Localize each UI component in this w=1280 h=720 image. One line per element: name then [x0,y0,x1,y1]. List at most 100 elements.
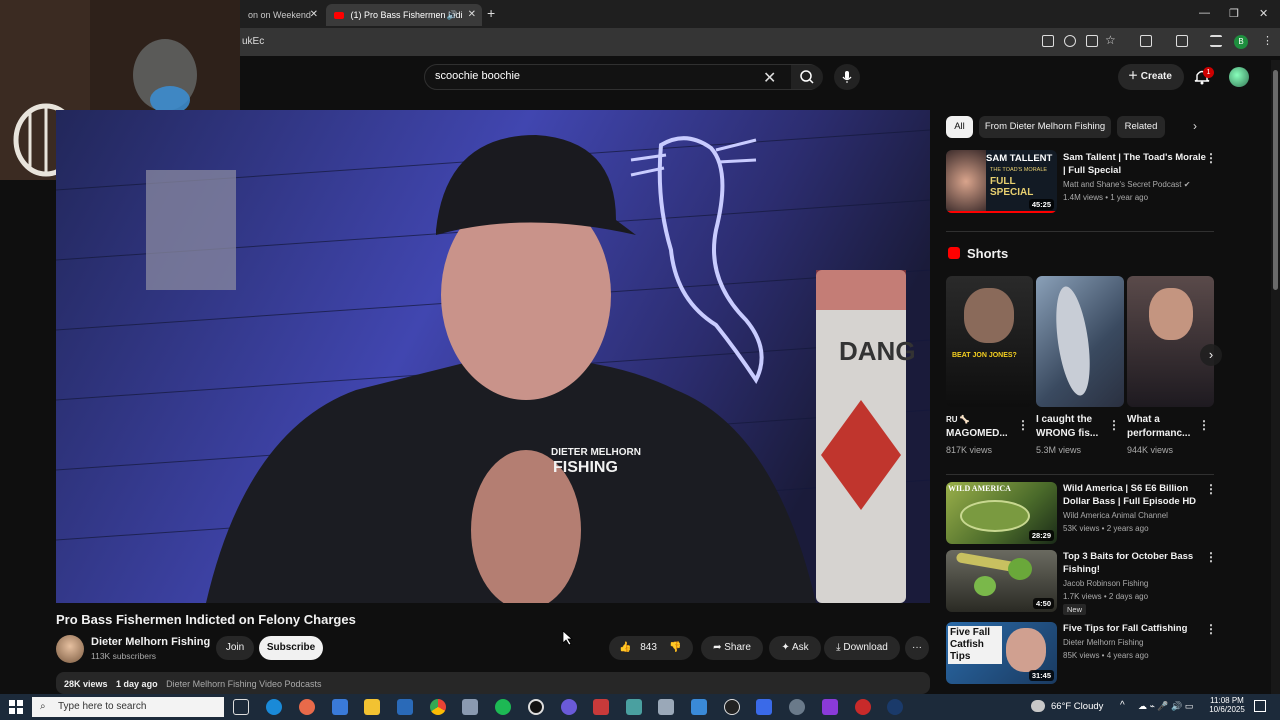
app-icon[interactable] [855,699,871,715]
search-button[interactable] [791,65,823,89]
app-icon[interactable] [691,699,707,715]
restore-icon[interactable]: ❐ [1229,7,1239,20]
app-icon[interactable] [822,699,838,715]
browser-tab-active[interactable]: (1) Pro Bass Fishermen Indi 🔊 ✕ [326,4,482,26]
edge-browser-icon[interactable] [266,699,282,715]
eye-off-icon[interactable] [1064,35,1076,47]
browser-tab-inactive[interactable]: on on Weekend ✕ [240,4,324,26]
chip-all[interactable]: All [946,116,973,138]
video-thumbnail[interactable]: WILD AMERICA 28:29 [946,482,1057,544]
rec-channel[interactable]: Wild America Animal Channel [1063,511,1168,520]
media-control-icon[interactable] [1210,35,1222,47]
rec-title[interactable]: Five Tips for Fall Catfishing [1063,622,1187,635]
close-window-icon[interactable]: ✕ [1259,7,1268,20]
rec-channel[interactable]: Jacob Robinson Fishing [1063,579,1148,588]
settings-gear-icon[interactable] [789,699,805,715]
scrollbar-thumb[interactable] [1273,70,1278,290]
rec-title[interactable]: Top 3 Baits for October Bass Fishing! [1063,550,1193,576]
join-button[interactable]: Join [216,636,254,660]
more-options-icon[interactable]: ⋮ [1205,151,1217,165]
share-button[interactable]: ➦ Share [701,636,763,660]
more-options-icon[interactable]: ⋮ [1198,418,1210,432]
chip-from-channel[interactable]: From Dieter Melhorn Fishing [979,116,1111,138]
close-tab-icon[interactable]: ✕ [310,4,318,26]
app-icon[interactable] [626,699,642,715]
file-explorer-icon[interactable] [364,699,380,715]
shorts-next-button[interactable]: › [1200,344,1222,366]
chip-related[interactable]: Related [1117,116,1165,138]
short-title[interactable]: What a performanc... [1127,413,1190,441]
channel-avatar[interactable] [56,635,84,663]
copilot-icon[interactable] [299,699,315,715]
rec-channel[interactable]: Matt and Shane's Secret Podcast ✔ [1063,180,1190,189]
spotify-icon[interactable] [495,699,511,715]
bookmark-star-icon[interactable]: ☆ [1105,33,1116,47]
windows-start-icon[interactable] [9,700,23,714]
rec-title[interactable]: Sam Tallent | The Toad's Morale | Full Sp… [1063,151,1206,177]
short-title[interactable]: I caught the WRONG fis... [1036,413,1098,441]
minimize-icon[interactable]: — [1199,7,1210,19]
calculator-icon[interactable] [658,699,674,715]
rec-channel[interactable]: Dieter Melhorn Fishing [1063,638,1143,647]
download-button[interactable]: ⤓ Download [824,636,900,660]
short-thumbnail[interactable]: BEAT JON JONES? [946,276,1033,407]
clock[interactable]: 11:08 PM 10/6/2025 [1207,696,1247,714]
task-view-icon[interactable] [233,699,249,715]
tray-chevron-icon[interactable]: ^ [1120,700,1125,711]
notification-center-icon[interactable] [1254,700,1266,712]
rec-title[interactable]: Wild America | S6 E6 Billion Dollar Bass … [1063,482,1196,508]
more-options-icon[interactable]: ⋮ [1017,418,1029,432]
search-input[interactable]: scoochie boochie [435,70,520,82]
close-tab-icon[interactable]: ✕ [468,4,476,26]
description-box[interactable]: 28K views 1 day ago Dieter Melhorn Fishi… [56,672,930,694]
cast-icon[interactable] [1042,35,1054,47]
extensions-icon[interactable] [1140,35,1152,47]
outlook-icon[interactable] [397,699,413,715]
like-icon[interactable]: 👍 [619,642,631,653]
tray-icons[interactable]: ☁ ⌁ 🎤 🔊 ▭ [1138,701,1193,712]
more-options-icon[interactable]: ⋮ [1205,622,1217,636]
short-thumbnail[interactable] [1127,276,1214,407]
more-actions-button[interactable]: ··· [905,636,929,660]
search-box[interactable]: scoochie boochie ✕ [424,64,823,90]
clear-search-icon[interactable]: ✕ [763,68,776,88]
create-button[interactable]: ＋ Create [1118,64,1184,90]
short-title[interactable]: RU 🦴 MAGOMED... [946,413,1008,441]
discord-icon[interactable] [561,699,577,715]
chrome-icon[interactable] [430,699,446,715]
playlist-link[interactable]: Dieter Melhorn Fishing Video Podcasts [166,679,321,689]
browser-menu-icon[interactable]: ⋮ [1262,34,1273,47]
video-thumbnail[interactable]: Five Fall Catfish Tips 31:45 [946,622,1057,684]
ask-button[interactable]: ✦ Ask [769,636,821,660]
more-options-icon[interactable]: ⋮ [1205,482,1217,496]
channel-name[interactable]: Dieter Melhorn Fishing [91,636,210,648]
speaker-icon[interactable]: 🔊 [447,4,458,26]
video-player[interactable]: DANG DIETER MELHORN FISHING [56,110,930,603]
divider [946,474,1214,475]
snipping-tool-icon[interactable] [462,699,478,715]
voice-search-button[interactable] [834,64,860,90]
side-panel-icon[interactable] [1176,35,1188,47]
profile-avatar[interactable]: B [1234,35,1248,49]
app-icon[interactable] [528,699,544,715]
weather-text[interactable]: 66°F Cloudy [1051,701,1103,712]
more-options-icon[interactable]: ⋮ [1205,550,1217,564]
taskbar-search-input[interactable]: ⌕ Type here to search [32,697,224,717]
video-thumbnail[interactable]: SAM TALLENT THE TOAD'S MORALE FULL SPECI… [946,150,1057,213]
chevron-right-icon[interactable]: › [1193,119,1197,133]
store-icon[interactable] [332,699,348,715]
app-icon[interactable] [756,699,772,715]
url-text[interactable]: ukEc [242,36,264,47]
more-options-icon[interactable]: ⋮ [1108,418,1120,432]
screenshot-icon[interactable] [1086,35,1098,47]
short-thumbnail[interactable] [1036,276,1124,407]
steam-icon[interactable] [887,699,903,715]
like-count[interactable]: 843 [640,642,657,653]
app-icon[interactable] [593,699,609,715]
media-player-icon[interactable] [724,699,740,715]
dislike-icon[interactable]: 👎 [669,636,681,660]
new-tab-button[interactable]: + [487,5,495,21]
account-avatar[interactable] [1229,67,1249,87]
video-thumbnail[interactable]: 4:50 [946,550,1057,612]
subscribe-button[interactable]: Subscribe [259,636,323,660]
